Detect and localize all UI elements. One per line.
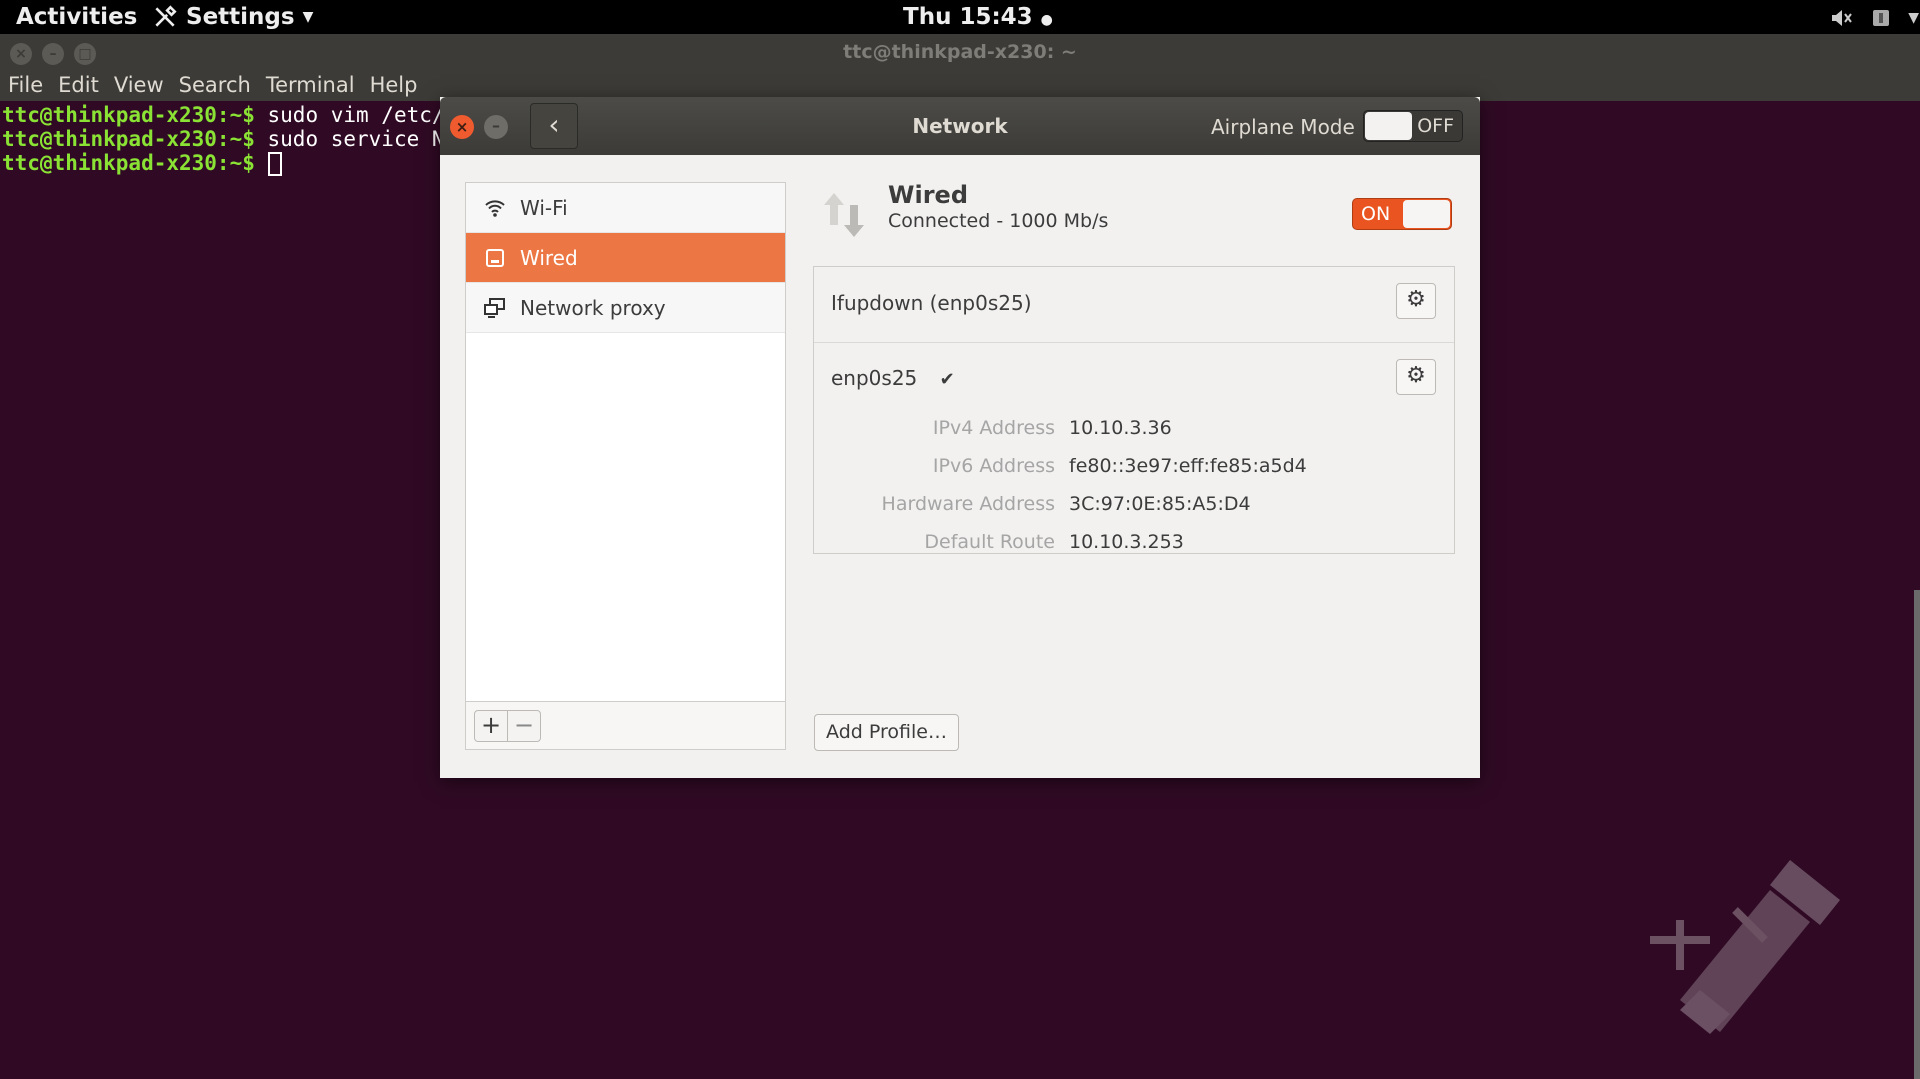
wired-title: Wired [888, 181, 968, 209]
terminal-command [255, 151, 268, 175]
top-bar: Activities Settings ▼ Thu 15:43 ● ▼ [0, 0, 1920, 34]
plus-icon: + [480, 711, 502, 739]
terminal-prompt: ttc@thinkpad-x230:~$ [2, 103, 255, 127]
sidebar-toolbar: + − [465, 702, 786, 750]
add-connection-button[interactable]: + [474, 710, 508, 742]
battery-icon [1873, 10, 1890, 26]
terminal-command: sudo vim /etc/ [254, 103, 445, 127]
wired-switch[interactable]: ON [1352, 198, 1452, 230]
ipv4-label: IPv4 Address [932, 417, 1055, 439]
remove-connection-button[interactable]: − [507, 710, 541, 742]
menu-edit[interactable]: Edit [58, 73, 99, 97]
profile-enp0s25-name[interactable]: enp0s25 ✔ [831, 366, 955, 390]
profile-ifupdown-settings-button[interactable]: ⚙ [1396, 283, 1436, 319]
sidebar-item-label: Wi-Fi [520, 195, 568, 220]
network-proxy-icon [484, 297, 505, 318]
terminal-title: ttc@thinkpad-x230: ~ [843, 41, 1077, 63]
clock-label: Thu 15:43 [903, 4, 1033, 30]
default-route-label: Default Route [924, 531, 1055, 553]
dialog-headerbar[interactable]: × – ‹ Network Airplane Mode OFF [440, 97, 1480, 155]
wifi-icon [485, 199, 505, 217]
watermark-logo [1650, 860, 1840, 1034]
network-dialog: × – ‹ Network Airplane Mode OFF Wi-Fi Wi… [440, 97, 1480, 778]
settings-tools-icon [155, 5, 177, 27]
active-check-icon: ✔ [939, 369, 955, 390]
app-menu[interactable]: Settings ▼ [152, 4, 313, 30]
ipv6-label: IPv6 Address [932, 455, 1055, 477]
profile-divider [814, 342, 1454, 343]
sidebar-item-wifi[interactable]: Wi-Fi [466, 183, 785, 233]
airplane-mode-switch[interactable]: OFF [1363, 110, 1463, 142]
airplane-mode-state: OFF [1417, 115, 1454, 137]
wired-icon [486, 248, 504, 267]
system-menu-chevron-icon: ▼ [1908, 10, 1919, 26]
menu-terminal[interactable]: Terminal [266, 73, 355, 97]
hardware-address-value: 3C:97:0E:85:A5:D4 [1069, 493, 1251, 515]
sidebar-item-wired[interactable]: Wired [466, 233, 785, 283]
network-sidebar: Wi-Fi Wired Network proxy [465, 182, 786, 702]
sidebar-item-label: Wired [520, 245, 578, 270]
chevron-down-icon: ▼ [302, 9, 314, 25]
ipv4-value: 10.10.3.36 [1069, 417, 1172, 439]
profile-name-label: enp0s25 [831, 366, 918, 390]
minus-icon: − [513, 711, 535, 739]
profiles-card: Ifupdown (enp0s25) ⚙ enp0s25 ✔ ⚙ IPv4 Ad… [813, 266, 1455, 554]
switch-knob [1365, 112, 1412, 140]
terminal-prompt: ttc@thinkpad-x230:~$ [2, 127, 255, 151]
hardware-address-label: Hardware Address [881, 493, 1055, 515]
clock[interactable]: Thu 15:43 ● [903, 4, 1053, 30]
switch-knob [1403, 200, 1450, 228]
sidebar-item-network-proxy[interactable]: Network proxy [466, 283, 785, 333]
terminal-prompt: ttc@thinkpad-x230:~$ [2, 151, 255, 175]
terminal-cursor [267, 152, 282, 176]
notification-dot: ● [1040, 12, 1053, 28]
gear-icon: ⚙ [1406, 363, 1426, 388]
airplane-mode-label: Airplane Mode [1211, 115, 1355, 139]
menu-file[interactable]: File [8, 73, 43, 97]
gear-icon: ⚙ [1406, 287, 1426, 312]
profile-enp0s25-settings-button[interactable]: ⚙ [1396, 359, 1436, 395]
profile-ifupdown-name: Ifupdown (enp0s25) [831, 291, 1032, 315]
terminal-scrollbar[interactable] [1914, 590, 1920, 1079]
activities-button[interactable]: Activities [16, 4, 137, 30]
sidebar-item-label: Network proxy [520, 295, 666, 320]
menu-help[interactable]: Help [370, 73, 418, 97]
wired-transfer-icon [824, 193, 864, 237]
ipv6-value: fe80::3e97:eff:fe85:a5d4 [1069, 455, 1307, 477]
system-tray[interactable]: ▼ [1830, 7, 1919, 29]
menu-search[interactable]: Search [179, 73, 251, 97]
terminal-titlebar[interactable]: × – □ ttc@thinkpad-x230: ~ [0, 34, 1920, 69]
app-menu-label: Settings [186, 4, 295, 30]
wired-status: Connected - 1000 Mb/s [888, 210, 1109, 232]
wired-switch-state: ON [1361, 203, 1391, 225]
default-route-value: 10.10.3.253 [1069, 531, 1184, 553]
add-profile-button[interactable]: Add Profile… [814, 714, 959, 751]
volume-muted-icon [1832, 10, 1853, 26]
terminal-command: sudo service N [254, 127, 445, 151]
menu-view[interactable]: View [114, 73, 164, 97]
